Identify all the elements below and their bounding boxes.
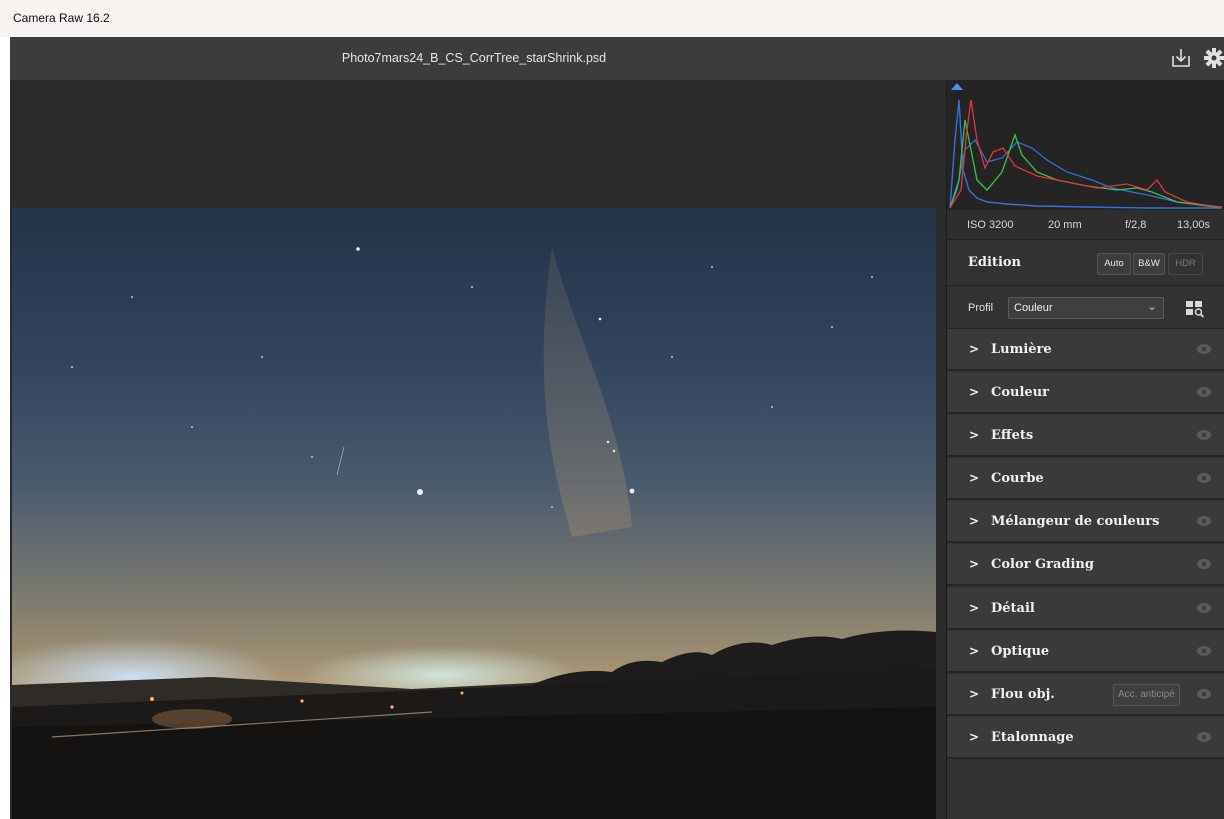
eye-icon[interactable] — [1196, 429, 1212, 441]
image-canvas[interactable] — [10, 80, 946, 819]
exif-shutter-speed: 13,00s — [1177, 219, 1211, 231]
section-melangeur-de-couleurs[interactable]: > Mélangeur de couleurs — [947, 501, 1224, 543]
chevron-right-icon: > — [969, 342, 980, 356]
eye-icon[interactable] — [1196, 515, 1212, 527]
exif-info-bar: ISO 3200 20 mm f/2,8 13,00s — [947, 210, 1224, 240]
section-label: Flou obj. — [991, 687, 1055, 702]
section-label: Optique — [991, 644, 1050, 659]
camera-raw-window: Photo7mars24_B_CS_CorrTree_starShrink.ps… — [10, 37, 1224, 819]
chevron-right-icon: > — [969, 557, 980, 571]
hdr-button[interactable]: HDR — [1168, 253, 1203, 275]
shadow-clipping-icon[interactable] — [951, 83, 963, 90]
section-label: Mélangeur de couleurs — [991, 514, 1160, 529]
section-flou-obj[interactable]: > Flou obj. Acc. anticipé — [947, 674, 1224, 716]
section-label: Effets — [991, 428, 1034, 443]
profile-row: Profil Couleur ⌄ — [947, 286, 1224, 329]
section-courbe[interactable]: > Courbe — [947, 458, 1224, 500]
chevron-down-icon: ⌄ — [1146, 299, 1157, 313]
chevron-right-icon: > — [969, 687, 980, 701]
profile-label: Profil — [968, 302, 994, 314]
gear-icon[interactable] — [1203, 47, 1224, 69]
section-lumiere[interactable]: > Lumière — [947, 329, 1224, 371]
chevron-right-icon: > — [969, 385, 980, 399]
document-header: Photo7mars24_B_CS_CorrTree_starShrink.ps… — [10, 37, 1224, 80]
profile-select[interactable]: Couleur ⌄ — [1008, 297, 1164, 319]
early-access-badge: Acc. anticipé — [1113, 684, 1180, 706]
section-etalonnage[interactable]: > Etalonnage — [947, 717, 1224, 759]
section-label: Couleur — [991, 385, 1049, 400]
profile-browser-icon[interactable] — [1185, 300, 1205, 318]
auto-button[interactable]: Auto — [1097, 253, 1131, 275]
eye-icon[interactable] — [1196, 343, 1212, 355]
section-couleur[interactable]: > Couleur — [947, 372, 1224, 414]
chevron-right-icon: > — [969, 471, 980, 485]
chevron-right-icon: > — [969, 601, 980, 615]
section-optique[interactable]: > Optique — [947, 631, 1224, 673]
section-label: Lumière — [991, 342, 1052, 357]
edit-title: Edition — [968, 255, 1022, 270]
night-sky-photo[interactable] — [12, 207, 936, 819]
black-white-button[interactable]: B&W — [1133, 253, 1165, 275]
section-detail[interactable]: > Détail — [947, 588, 1224, 630]
eye-icon[interactable] — [1196, 558, 1212, 570]
section-effets[interactable]: > Effets — [947, 415, 1224, 457]
section-label: Etalonnage — [991, 730, 1074, 745]
eye-icon[interactable] — [1196, 472, 1212, 484]
app-titlebar: Camera Raw 16.2 — [0, 0, 1224, 37]
eye-icon[interactable] — [1196, 731, 1212, 743]
chevron-right-icon: > — [969, 644, 980, 658]
section-label: Détail — [991, 601, 1035, 616]
eye-icon[interactable] — [1196, 645, 1212, 657]
chevron-right-icon: > — [969, 514, 980, 528]
section-label: Courbe — [991, 471, 1044, 486]
chevron-right-icon: > — [969, 730, 980, 744]
exif-iso: ISO 3200 — [967, 219, 1014, 231]
chevron-right-icon: > — [969, 428, 980, 442]
app-title: Camera Raw 16.2 — [13, 11, 110, 25]
eye-icon[interactable] — [1196, 386, 1212, 398]
document-filename: Photo7mars24_B_CS_CorrTree_starShrink.ps… — [341, 51, 607, 65]
edit-header: Edition Auto B&W HDR — [947, 240, 1224, 286]
exif-focal-length: 20 mm — [1048, 219, 1082, 231]
profile-selected-value: Couleur — [1014, 302, 1053, 314]
edit-panel: ISO 3200 20 mm f/2,8 13,00s Edition Auto… — [947, 80, 1224, 819]
section-label: Color Grading — [991, 557, 1094, 572]
eye-icon[interactable] — [1196, 688, 1212, 700]
section-color-grading[interactable]: > Color Grading — [947, 544, 1224, 586]
exif-aperture: f/2,8 — [1125, 219, 1147, 231]
histogram — [947, 80, 1224, 210]
eye-icon[interactable] — [1196, 602, 1212, 614]
save-download-icon[interactable] — [1170, 47, 1192, 69]
